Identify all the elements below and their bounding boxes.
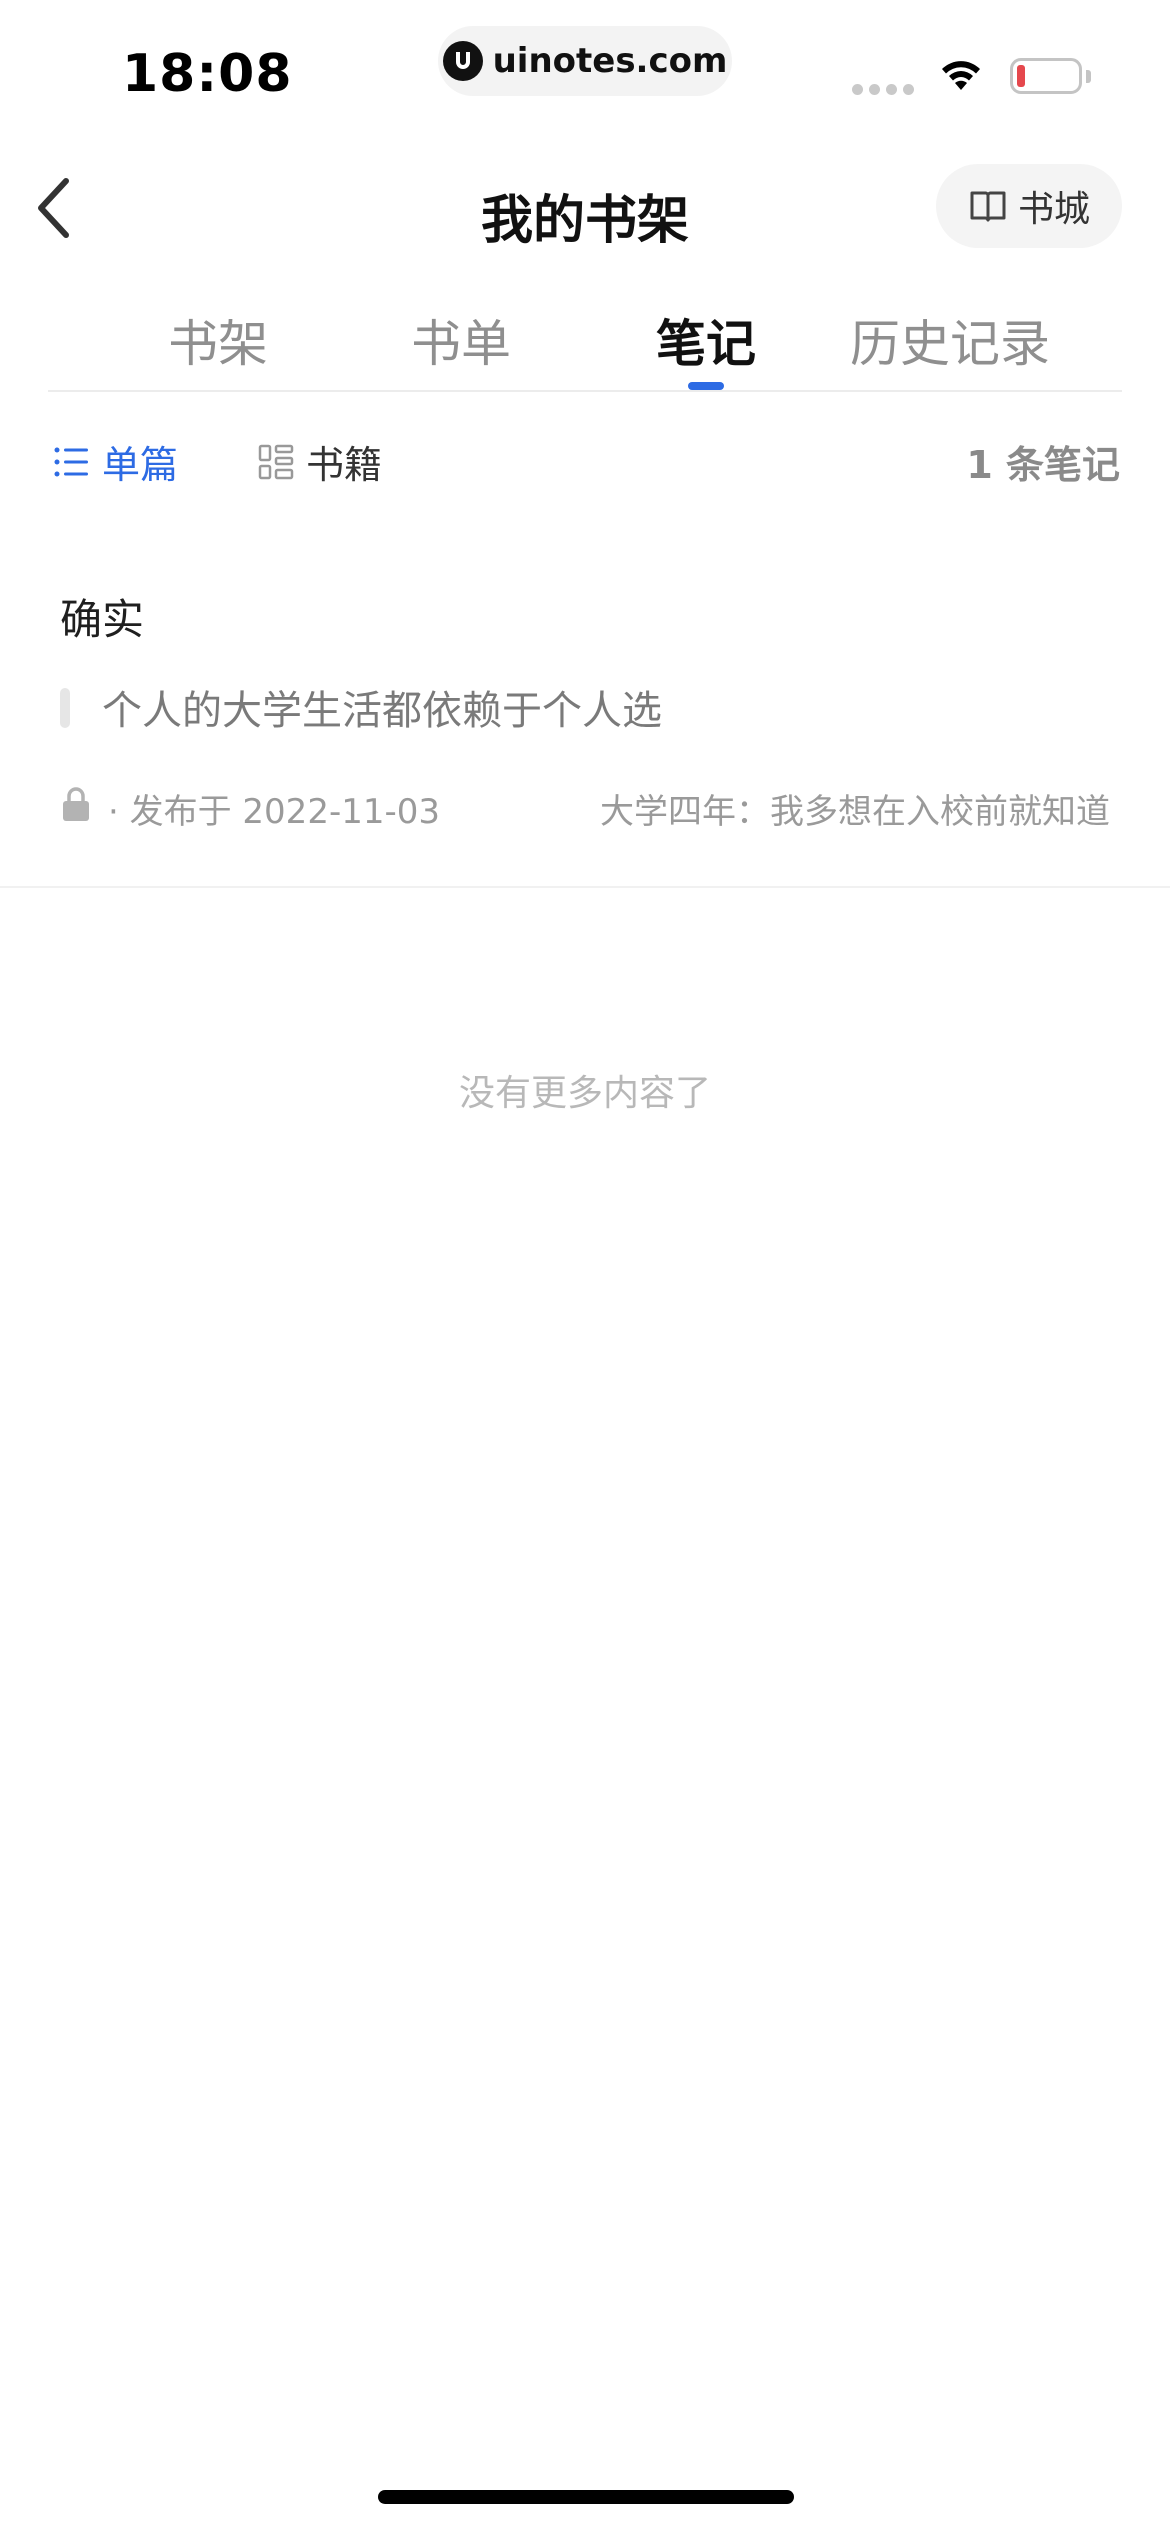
status-time: 18:08 <box>122 44 293 104</box>
lock-icon <box>62 786 90 826</box>
wifi-icon <box>936 56 986 98</box>
grid-list-icon <box>258 444 294 479</box>
end-of-list-text: 没有更多内容了 <box>458 1073 711 1114</box>
note-count: 1 条笔记 <box>966 443 1120 487</box>
mode-single-label: 单篇 <box>102 443 179 487</box>
mode-book-button[interactable]: 书籍 <box>258 434 382 489</box>
book-open-icon <box>970 191 1006 222</box>
mode-single-button[interactable]: 单篇 <box>54 434 178 489</box>
tab-booklist[interactable]: 书单 <box>411 304 511 376</box>
url-text: uinotes.com <box>492 41 728 81</box>
url-pill[interactable]: uinotes.com <box>438 26 732 96</box>
active-tab-indicator <box>688 382 724 390</box>
battery-tip <box>1086 70 1091 83</box>
tab-bar: 书架 书单 笔记 历史记录 <box>48 290 1122 392</box>
site-logo-icon <box>442 41 483 81</box>
home-indicator <box>378 2490 794 2504</box>
note-quote[interactable]: 个人的大学生活都依赖于个人选 <box>102 678 662 736</box>
tab-bookshelf[interactable]: 书架 <box>168 304 268 376</box>
book-store-button[interactable]: 书城 <box>936 164 1122 248</box>
mode-book-label: 书籍 <box>306 443 383 487</box>
cellular-signal-icon <box>852 84 914 95</box>
list-icon <box>54 447 88 476</box>
card-divider <box>0 886 1170 888</box>
note-date: · 发布于 2022-11-03 <box>108 792 441 832</box>
battery-icon <box>1010 58 1082 94</box>
tab-history[interactable]: 历史记录 <box>850 304 1050 376</box>
book-store-label: 书城 <box>1017 189 1090 230</box>
tab-notes[interactable]: 笔记 <box>656 304 756 376</box>
quote-bar <box>60 688 70 728</box>
battery-level <box>1017 65 1025 87</box>
note-title[interactable]: 确实 <box>60 586 144 647</box>
note-source-book[interactable]: 大学四年：我多想在入校前就知道 <box>600 784 1120 833</box>
